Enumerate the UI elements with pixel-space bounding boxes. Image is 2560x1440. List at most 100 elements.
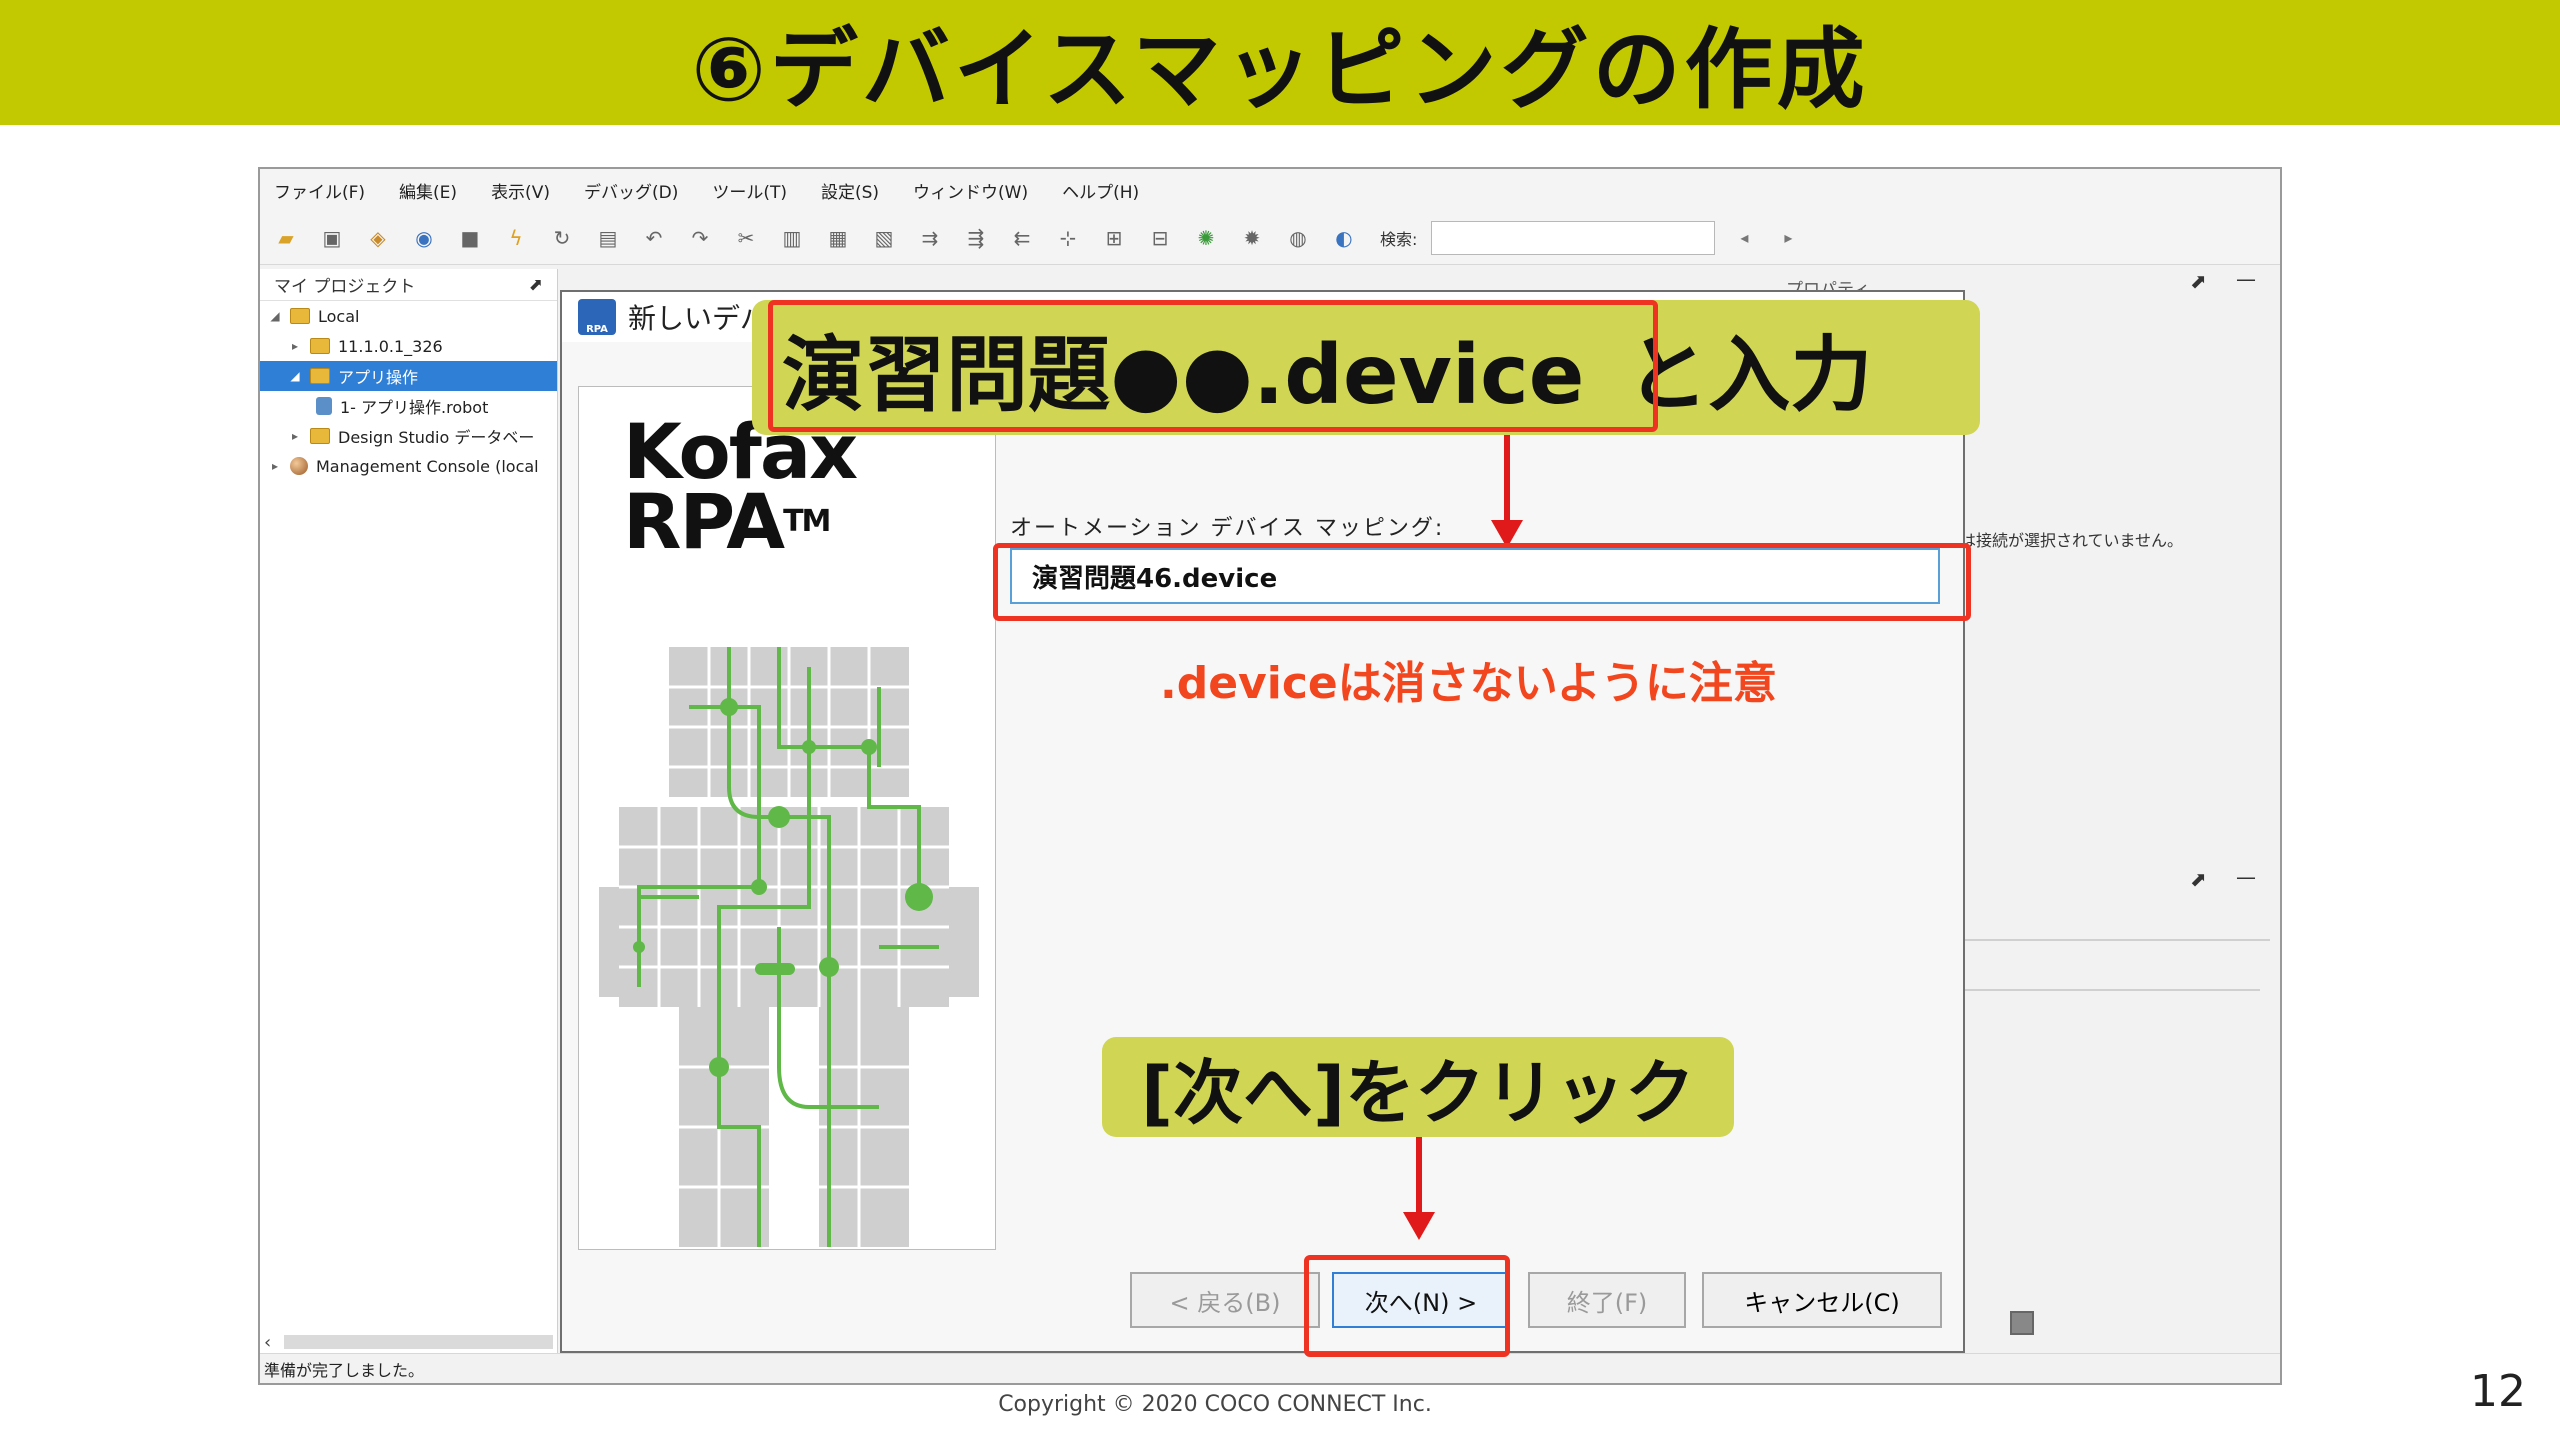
paste-icon[interactable]: ▥ — [776, 222, 808, 254]
search-input[interactable] — [1431, 220, 1716, 255]
expand-arrow-icon[interactable]: ◢ — [288, 369, 302, 383]
new-robot-icon[interactable]: ◉ — [408, 222, 440, 254]
step-back-icon[interactable]: ⇇ — [1006, 222, 1038, 254]
menu-window[interactable]: ウィンドウ(W) — [913, 178, 1028, 203]
redo-icon[interactable]: ↷ — [684, 222, 716, 254]
menu-bar: ファイル(F) 編集(E) 表示(V) デバッグ(D) ツール(T) 設定(S)… — [260, 169, 2280, 211]
project-panel-header: マイ プロジェクト ⬈ — [260, 269, 557, 301]
cut-icon[interactable]: ✂ — [730, 222, 762, 254]
next-instruction-callout: [次へ]をクリック — [1102, 1037, 1734, 1137]
menu-edit[interactable]: 編集(E) — [399, 178, 457, 203]
highlight-box — [768, 300, 1658, 432]
copyright: Copyright © 2020 COCO CONNECT Inc. — [998, 1392, 1432, 1417]
move-icon[interactable]: ▧ — [868, 222, 900, 254]
save-all-icon[interactable]: ◈ — [362, 222, 394, 254]
bug-icon[interactable]: ✹ — [1236, 222, 1268, 254]
run-icon[interactable]: ϟ — [500, 222, 532, 254]
refresh-icon[interactable]: ↻ — [546, 222, 578, 254]
tree-item-local[interactable]: ◢ Local — [260, 301, 557, 331]
tree-item-label: アプリ操作 — [338, 368, 419, 387]
tree-item-label: Management Console (local — [316, 456, 539, 476]
search-next-icon[interactable]: ▸ — [1773, 228, 1803, 247]
menu-debug[interactable]: デバッグ(D) — [584, 178, 678, 203]
project-panel-title: マイ プロジェクト — [274, 277, 416, 297]
tree-item-label: 1- アプリ操作.robot — [340, 398, 489, 417]
menu-view[interactable]: 表示(V) — [491, 178, 550, 203]
status-bar: 準備が完了しました。 — [260, 1353, 2280, 1383]
device-warning-note: .deviceは消さないように注意 — [1160, 658, 1777, 709]
delete-icon[interactable]: ▦ — [822, 222, 854, 254]
copy-icon[interactable]: ▤ — [592, 222, 624, 254]
arrow-line — [1416, 1137, 1422, 1217]
back-button[interactable]: < 戻る(B) — [1130, 1272, 1320, 1328]
kofax-rpa-logo: Kofax RPATM — [623, 414, 858, 560]
tree-item-label: 11.1.0.1_326 — [338, 336, 443, 356]
arrow-down-icon — [1403, 1212, 1435, 1240]
stop-icon[interactable]: ■ — [454, 222, 486, 254]
tree-item-app-operation[interactable]: ◢ アプリ操作 — [260, 361, 557, 391]
save-icon[interactable]: ▣ — [316, 222, 348, 254]
collapse-icon[interactable]: ⊟ — [1144, 222, 1176, 254]
callout-next-text: [次へ]をクリック — [1141, 1051, 1695, 1134]
menu-help[interactable]: ヘルプ(H) — [1062, 178, 1139, 203]
folder-icon — [310, 368, 330, 384]
finish-button[interactable]: 終了(F) — [1528, 1272, 1686, 1328]
zoom-icon[interactable]: ⊹ — [1052, 222, 1084, 254]
expand-arrow-icon[interactable]: ▸ — [288, 339, 302, 353]
tree-item-robot[interactable]: 1- アプリ操作.robot — [260, 391, 557, 421]
tree-item-version[interactable]: ▸ 11.1.0.1_326 — [260, 331, 557, 361]
tree-item-management-console[interactable]: ▸ Management Console (local — [260, 451, 557, 481]
pin-icon[interactable]: ⬈ — [529, 275, 543, 295]
expand-arrow-icon[interactable]: ▸ — [288, 429, 302, 443]
menu-settings[interactable]: 設定(S) — [821, 178, 879, 203]
step-over-icon[interactable]: ⇶ — [960, 222, 992, 254]
folder-icon — [310, 338, 330, 354]
device-mapping-label: オートメーション デバイス マッピング: — [1010, 516, 1445, 541]
menu-file[interactable]: ファイル(F) — [274, 178, 365, 203]
logo-line-2: RPA — [623, 477, 785, 566]
web-icon[interactable]: ◐ — [1328, 222, 1360, 254]
search-prev-icon[interactable]: ◂ — [1729, 228, 1759, 247]
horizontal-scrollbar[interactable] — [284, 1335, 553, 1349]
tree-item-label: Design Studio データベー — [338, 428, 535, 447]
kofax-rpa-banner: Kofax RPATM — [578, 386, 996, 1250]
logo-trademark: TM — [783, 504, 831, 539]
new-device-mapping-dialog: RPA 新しいデバ Kofax RPATM オートメーション デバイス マッピン… — [560, 290, 1965, 1353]
debug-icon[interactable]: ✺ — [1190, 222, 1222, 254]
minimize-icon[interactable]: — — [2236, 267, 2256, 291]
callout-suffix-text: と入力 — [1626, 328, 1873, 423]
slide: ⑥デバイスマッピングの作成 ファイル(F) 編集(E) 表示(V) デバッグ(D… — [0, 0, 2560, 1440]
slide-header: ⑥デバイスマッピングの作成 — [0, 0, 2560, 125]
folder-icon — [310, 428, 330, 444]
tree-item-label: Local — [318, 306, 360, 326]
dialog-title: 新しいデバ — [628, 302, 769, 335]
expand-arrow-icon[interactable]: ◢ — [268, 309, 282, 323]
globe-icon — [290, 457, 308, 475]
arrow-line — [1504, 435, 1510, 525]
minimize-icon[interactable]: — — [2236, 865, 2256, 889]
rpa-app-icon: RPA — [578, 299, 616, 335]
robot-icon — [316, 397, 332, 415]
folder-icon — [290, 308, 310, 324]
toolbar: ▰ ▣ ◈ ◉ ■ ϟ ↻ ▤ ↶ ↷ ✂ ▥ ▦ ▧ ⇉ ⇶ ⇇ ⊹ ⊞ ⊟ … — [260, 211, 2280, 265]
search-label: 検索: — [1380, 229, 1418, 249]
status-text: 準備が完了しました。 — [264, 1360, 425, 1380]
divider — [1960, 989, 2260, 991]
scroll-left-icon[interactable]: ‹ — [264, 1332, 271, 1353]
slide-title: ⑥デバイスマッピングの作成 — [691, 18, 1869, 121]
expand-icon[interactable]: ⊞ — [1098, 222, 1130, 254]
pin-icon[interactable]: ⬈ — [2190, 269, 2207, 293]
expand-arrow-icon[interactable]: ▸ — [268, 459, 282, 473]
tree-item-database[interactable]: ▸ Design Studio データベー — [260, 421, 557, 451]
step-icon[interactable]: ⇉ — [914, 222, 946, 254]
undo-icon[interactable]: ↶ — [638, 222, 670, 254]
open-icon[interactable]: ▰ — [270, 222, 302, 254]
divider — [1960, 939, 2270, 941]
pin-icon[interactable]: ⬈ — [2190, 867, 2207, 891]
globe-icon[interactable]: ◍ — [1282, 222, 1314, 254]
project-panel: マイ プロジェクト ⬈ ◢ Local ▸ 11.1.0.1_326 ◢ アプリ… — [260, 269, 558, 1355]
cancel-button[interactable]: キャンセル(C) — [1702, 1272, 1942, 1328]
menu-tools[interactable]: ツール(T) — [712, 178, 787, 203]
grid-icon[interactable] — [2010, 1311, 2034, 1335]
properties-message: は接続が選択されていません。 — [1960, 531, 2184, 550]
